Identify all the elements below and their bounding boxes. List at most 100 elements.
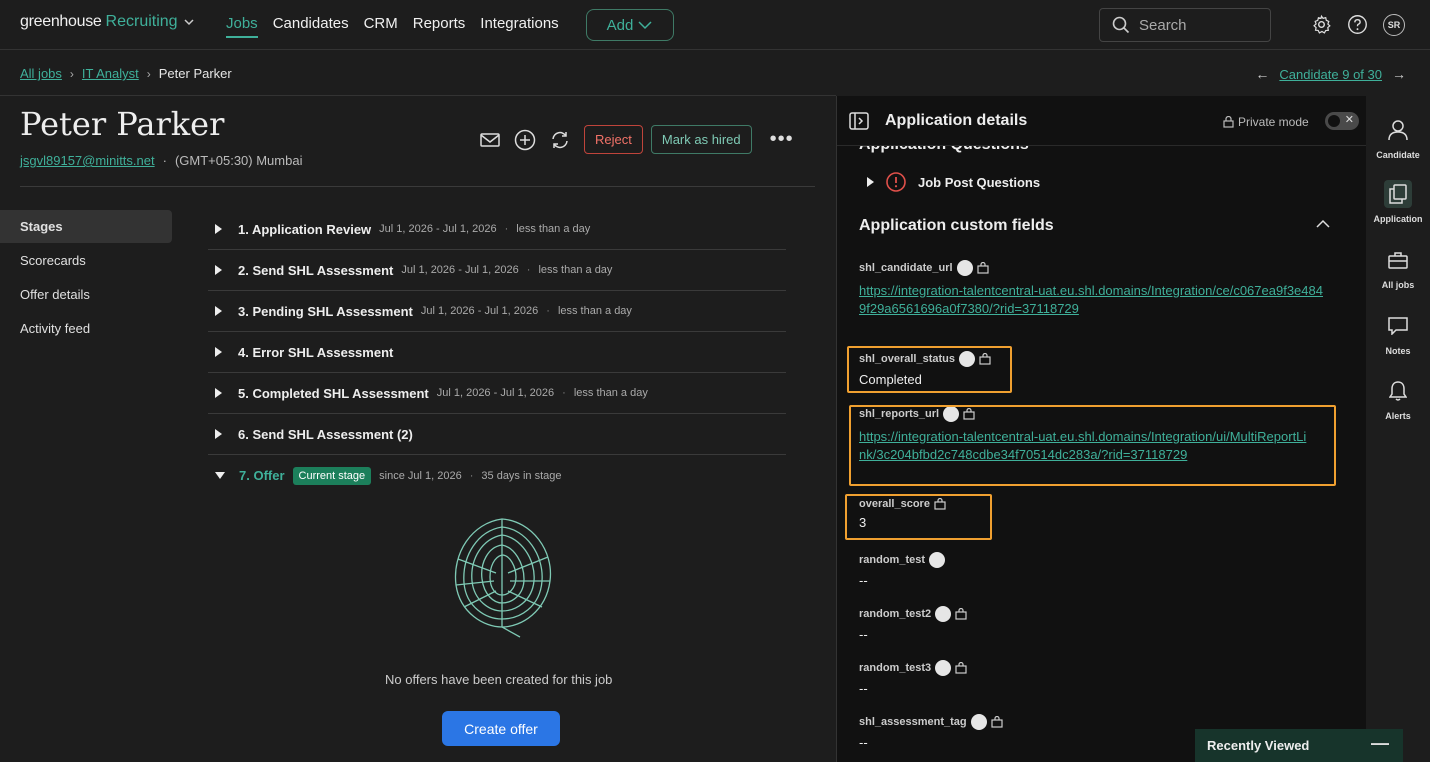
- collapse-panel-icon[interactable]: [849, 112, 869, 130]
- expand-triangle-icon[interactable]: [215, 306, 222, 316]
- shl-overall-status-value: Completed: [859, 372, 922, 387]
- breadcrumb-all-jobs[interactable]: All jobs: [20, 66, 62, 81]
- menu-activity-feed[interactable]: Activity feed: [0, 312, 172, 345]
- refresh-icon[interactable]: [550, 130, 570, 150]
- alert-circle-icon: [886, 172, 906, 192]
- greenhouse-logo[interactable]: greenhouse Recruiting: [20, 13, 196, 31]
- lock-icon: [955, 662, 967, 674]
- info-dot-icon: [929, 552, 946, 568]
- search-input[interactable]: Search: [1099, 8, 1271, 42]
- info-dot-icon: [959, 351, 975, 367]
- shl-reports-url-link[interactable]: https://integration-talentcentral-uat.eu…: [859, 428, 1311, 464]
- rail-alerts[interactable]: Alerts: [1366, 377, 1430, 421]
- add-button[interactable]: Add: [586, 9, 674, 41]
- menu-scorecards[interactable]: Scorecards: [0, 244, 172, 277]
- expand-triangle-icon[interactable]: [215, 429, 222, 439]
- person-icon: [1388, 120, 1408, 141]
- candidate-email[interactable]: jsgvl89157@minitts.net: [20, 153, 155, 168]
- help-icon[interactable]: [1347, 14, 1368, 35]
- info-dot-icon: [943, 406, 960, 422]
- field-random-test3: random_test3 --: [859, 660, 967, 696]
- rail-candidate[interactable]: Candidate: [1366, 116, 1430, 160]
- documents-icon: [1389, 184, 1407, 204]
- user-avatar[interactable]: SR: [1383, 14, 1405, 36]
- minimize-icon[interactable]: —: [1371, 733, 1389, 754]
- nav-jobs[interactable]: Jobs: [226, 15, 258, 38]
- lock-icon: [991, 716, 1003, 728]
- stage-row[interactable]: 6. Send SHL Assessment (2): [208, 414, 786, 455]
- leaf-illustration: [454, 518, 552, 638]
- stage-row[interactable]: 5. Completed SHL Assessment Jul 1, 2026 …: [208, 373, 786, 414]
- candidate-name: Peter Parker: [20, 105, 225, 143]
- menu-stages[interactable]: Stages: [0, 210, 172, 243]
- info-dot-icon: [935, 660, 952, 676]
- lock-icon: [955, 608, 967, 620]
- candidate-pager: ← Candidate 9 of 30 →: [1255, 66, 1406, 82]
- lock-icon: [979, 353, 991, 365]
- field-shl-assessment-tag: shl_assessment_tag --: [859, 714, 1003, 750]
- arrow-right-icon[interactable]: →: [1392, 66, 1406, 82]
- rail-notes[interactable]: Notes: [1366, 312, 1430, 356]
- stage-row[interactable]: 1. Application Review Jul 1, 2026 - Jul …: [208, 209, 786, 250]
- stage-row-current[interactable]: 7. Offer Current stage since Jul 1, 2026…: [208, 455, 786, 496]
- chevron-up-icon[interactable]: [1315, 218, 1331, 230]
- speech-bubble-icon: [1388, 317, 1408, 335]
- candidate-section-menu: Stages Scorecards Offer details Activity…: [0, 210, 172, 346]
- expand-triangle-icon[interactable]: [215, 265, 222, 275]
- lock-icon: [934, 498, 946, 510]
- shl-candidate-url-link[interactable]: https://integration-talentcentral-uat.eu…: [859, 282, 1329, 318]
- private-mode-toggle[interactable]: ✕: [1325, 112, 1359, 130]
- field-shl-overall-status: shl_overall_status Completed: [859, 351, 991, 387]
- nav-integrations[interactable]: Integrations: [480, 15, 558, 38]
- custom-fields-title: Application custom fields: [859, 217, 1054, 234]
- rail-application[interactable]: Application: [1366, 180, 1430, 224]
- field-shl-reports-url: shl_reports_url https://integration-tale…: [859, 406, 1311, 464]
- panel-title: Application details: [885, 112, 1028, 129]
- expand-triangle-icon[interactable]: [215, 347, 222, 357]
- stage-row[interactable]: 3. Pending SHL Assessment Jul 1, 2026 - …: [208, 291, 786, 332]
- more-options-icon[interactable]: •••: [770, 128, 794, 151]
- no-offers-message: No offers have been created for this job: [385, 672, 613, 687]
- private-mode-label: Private mode: [1223, 115, 1309, 129]
- chevron-down-icon: [184, 19, 194, 26]
- reject-button[interactable]: Reject: [584, 125, 643, 154]
- field-random-test: random_test --: [859, 552, 946, 588]
- expand-triangle-icon[interactable]: [215, 224, 222, 234]
- menu-offer-details[interactable]: Offer details: [0, 278, 172, 311]
- nav-candidates[interactable]: Candidates: [273, 15, 349, 38]
- bell-icon: [1389, 381, 1407, 401]
- candidate-timezone: (GMT+05:30) Mumbai: [174, 153, 303, 168]
- separator-dot: ·: [162, 153, 167, 168]
- stage-row[interactable]: 4. Error SHL Assessment: [208, 332, 786, 373]
- mark-as-hired-button[interactable]: Mark as hired: [650, 125, 752, 154]
- info-dot-icon: [956, 260, 973, 276]
- job-post-questions-toggle[interactable]: Job Post Questions: [867, 172, 1040, 192]
- stages-list: 1. Application Review Jul 1, 2026 - Jul …: [208, 209, 786, 496]
- candidate-position-link[interactable]: Candidate 9 of 30: [1279, 67, 1382, 82]
- chevron-right-icon: ›: [69, 66, 74, 81]
- main-nav: Jobs Candidates CRM Reports Integrations: [226, 15, 559, 38]
- gear-icon[interactable]: [1311, 14, 1332, 35]
- nav-crm[interactable]: CRM: [364, 15, 398, 38]
- overall-score-value: 3: [859, 515, 867, 530]
- collapse-triangle-icon[interactable]: [215, 472, 225, 479]
- search-icon: [1112, 16, 1130, 34]
- right-rail: Candidate Application All jobs Notes Ale…: [1366, 96, 1430, 762]
- mail-icon[interactable]: [480, 132, 500, 148]
- expand-triangle-icon[interactable]: [215, 388, 222, 398]
- breadcrumb: All jobs › IT Analyst › Peter Parker: [20, 66, 232, 81]
- nav-reports[interactable]: Reports: [413, 15, 466, 38]
- briefcase-icon: [1388, 252, 1408, 269]
- breadcrumb-current: Peter Parker: [158, 66, 232, 81]
- stage-row[interactable]: 2. Send SHL Assessment Jul 1, 2026 - Jul…: [208, 250, 786, 291]
- chevron-right-icon: ›: [146, 66, 151, 81]
- field-overall-score: overall_score 3: [859, 498, 946, 530]
- create-offer-button[interactable]: Create offer: [442, 711, 560, 746]
- recently-viewed-bar[interactable]: Recently Viewed —: [1195, 729, 1403, 762]
- add-circle-icon[interactable]: [514, 129, 536, 151]
- rail-all-jobs[interactable]: All jobs: [1366, 246, 1430, 290]
- divider: [20, 186, 815, 187]
- info-dot-icon: [935, 606, 952, 622]
- breadcrumb-job[interactable]: IT Analyst: [82, 66, 139, 81]
- arrow-left-icon[interactable]: ←: [1255, 66, 1269, 82]
